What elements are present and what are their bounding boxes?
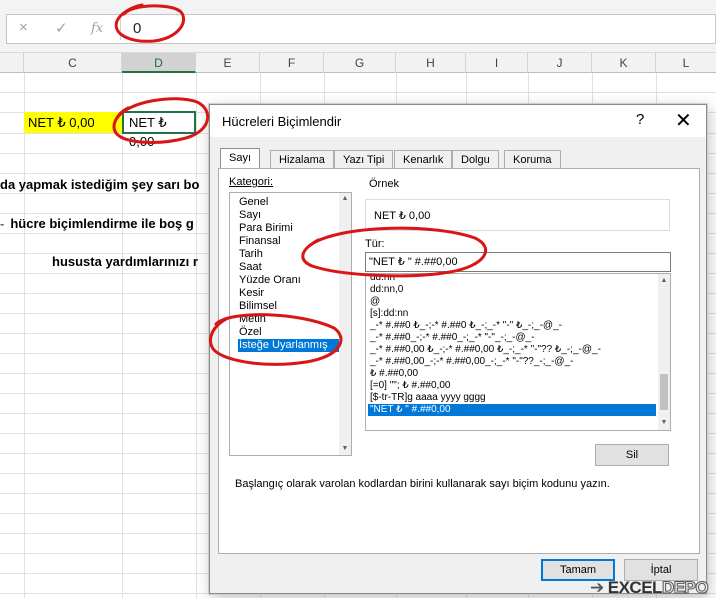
sample-preview-value: NET ₺ 0,00 xyxy=(374,210,431,222)
number-tab-panel: Kategori: Genel Sayı Para Birimi Finansa… xyxy=(218,168,700,554)
dialog-title-bar[interactable]: Hücreleri Biçimlendir ? ✕ xyxy=(210,105,706,137)
format-hint-text: Başlangıç olarak varolan kodlardan birin… xyxy=(235,478,610,490)
gridline xyxy=(0,92,716,93)
help-button[interactable]: ? xyxy=(636,111,644,128)
format-item-selected[interactable]: "NET ₺ " #.##0,00 xyxy=(368,404,656,416)
dialog-title: Hücreleri Biçimlendir xyxy=(222,114,342,129)
column-header-row: C D E F G H I J K L xyxy=(0,52,716,73)
sheet-text-line-2-content: hücre biçimlendirme ile boş g xyxy=(10,216,194,231)
format-code-list[interactable]: dd:nn dd:nn,0 @ [s]:dd:nn _-* #.##0 ₺_-;… xyxy=(365,273,671,431)
column-header-f[interactable]: F xyxy=(260,53,324,73)
type-input[interactable]: "NET ₺ " #.##0,00 xyxy=(365,252,671,272)
sample-preview-box: NET ₺ 0,00 xyxy=(365,199,670,231)
sheet-text-line-1[interactable]: da yapmak istediğim şey sarı bo xyxy=(0,177,199,192)
insert-function-icon[interactable]: fx xyxy=(91,21,103,36)
formula-bar: × ✓ fx 0 xyxy=(0,0,716,52)
format-item[interactable]: @ xyxy=(368,296,656,308)
scroll-down-icon[interactable]: ▼ xyxy=(659,418,669,428)
tab-koruma[interactable]: Koruma xyxy=(504,150,561,169)
column-header-g[interactable]: G xyxy=(324,53,396,73)
format-cells-dialog: Hücreleri Biçimlendir ? ✕ Sayı Hizalama … xyxy=(209,104,707,594)
category-item[interactable]: Tarih xyxy=(238,248,344,261)
type-label: Tür: xyxy=(365,238,385,250)
format-item[interactable]: dd:nn,0 xyxy=(368,284,656,296)
cell-d-selected[interactable]: NET ₺ 0,00 xyxy=(122,111,196,149)
gridline xyxy=(122,73,123,598)
column-header-k[interactable]: K xyxy=(592,53,656,73)
column-header-j[interactable]: J xyxy=(528,53,592,73)
sheet-text-line-3[interactable]: husustа yardımlarınızı r xyxy=(52,254,198,269)
scroll-down-icon[interactable]: ▼ xyxy=(340,444,350,454)
category-item[interactable]: Bilimsel xyxy=(238,300,344,313)
formula-input[interactable]: 0 xyxy=(133,20,141,37)
format-item[interactable]: [s]:dd:nn xyxy=(368,308,656,320)
formula-bar-field: × ✓ fx 0 xyxy=(6,14,716,44)
category-item[interactable]: Sayı xyxy=(238,209,344,222)
category-item[interactable]: Saat xyxy=(238,261,344,274)
arrow-icon: ➔ xyxy=(590,578,604,597)
column-header-i[interactable]: I xyxy=(466,53,528,73)
enter-icon[interactable]: ✓ xyxy=(55,19,68,37)
format-item[interactable]: _-* #.##0 ₺_-;-* #.##0 ₺_-;_-* "-" ₺_-;_… xyxy=(368,320,656,332)
sheet-text-line-2[interactable]: - hücre biçimlendirme ile boş g xyxy=(0,216,194,231)
format-item[interactable]: ₺ #.##0,00 xyxy=(368,368,656,380)
category-item[interactable]: Para Birimi xyxy=(238,222,344,235)
delete-button-label: Sil xyxy=(625,449,639,461)
category-item[interactable]: Kesir xyxy=(238,287,344,300)
format-item[interactable]: _-* #.##0,00_-;-* #.##0,00_-;_-* "-"??_-… xyxy=(368,356,656,368)
tab-kenarlik[interactable]: Kenarlık xyxy=(394,150,453,169)
gridline xyxy=(24,73,25,598)
cancel-icon[interactable]: × xyxy=(19,19,28,36)
scroll-up-icon[interactable]: ▲ xyxy=(340,194,350,204)
category-list[interactable]: Genel Sayı Para Birimi Finansal Tarih Sa… xyxy=(229,192,352,456)
tab-yazi-tipi[interactable]: Yazı Tipi xyxy=(334,150,394,169)
category-item[interactable]: Metin xyxy=(238,313,344,326)
cell-c-net-value[interactable]: NET ₺ 0,00 xyxy=(24,112,122,133)
format-item[interactable]: [=0] ""; ₺ #.##0,00 xyxy=(368,380,656,392)
category-item[interactable]: Yüzde Oranı xyxy=(238,274,344,287)
close-button[interactable]: ✕ xyxy=(675,108,692,133)
sample-label: Örnek xyxy=(369,178,399,190)
category-item[interactable]: Finansal xyxy=(238,235,344,248)
delete-button[interactable]: Sil xyxy=(595,444,669,466)
column-header-l[interactable]: L xyxy=(656,53,716,73)
format-list-scrollbar[interactable]: ▲ ▼ xyxy=(658,274,670,430)
tab-sayi[interactable]: Sayı xyxy=(220,148,261,170)
category-label: Kategori: xyxy=(229,176,274,188)
scroll-up-icon[interactable]: ▲ xyxy=(659,276,669,286)
category-scrollbar[interactable]: ▲ ▼ xyxy=(339,193,351,455)
tab-hizalama[interactable]: Hizalama xyxy=(270,150,334,169)
format-item[interactable]: [$-tr-TR]g aaaa yyyy gggg xyxy=(368,392,656,404)
category-item[interactable]: Genel xyxy=(238,196,344,209)
tab-dolgu[interactable]: Dolgu xyxy=(452,150,499,169)
gridline xyxy=(196,73,197,598)
format-item[interactable]: _-* #.##0,00 ₺_-;-* #.##0,00 ₺_-;_-* "-"… xyxy=(368,344,656,356)
column-header-c[interactable]: C xyxy=(24,53,122,73)
format-item[interactable]: _-* #.##0_-;-* #.##0_-;_-* "-"_-;_-@_- xyxy=(368,332,656,344)
category-item-selected[interactable]: İsteğe Uyarlanmış xyxy=(238,339,344,352)
format-item[interactable]: dd:nn xyxy=(368,274,656,284)
formula-bar-separator xyxy=(120,18,121,40)
scroll-thumb[interactable] xyxy=(660,374,668,410)
column-header-b-partial[interactable] xyxy=(0,53,24,73)
column-header-d[interactable]: D xyxy=(122,53,196,73)
column-header-e[interactable]: E xyxy=(196,53,260,73)
excel-depo-watermark: ➔ EXCELDEPO xyxy=(590,578,709,598)
category-item[interactable]: Özel xyxy=(238,326,344,339)
column-header-h[interactable]: H xyxy=(396,53,466,73)
